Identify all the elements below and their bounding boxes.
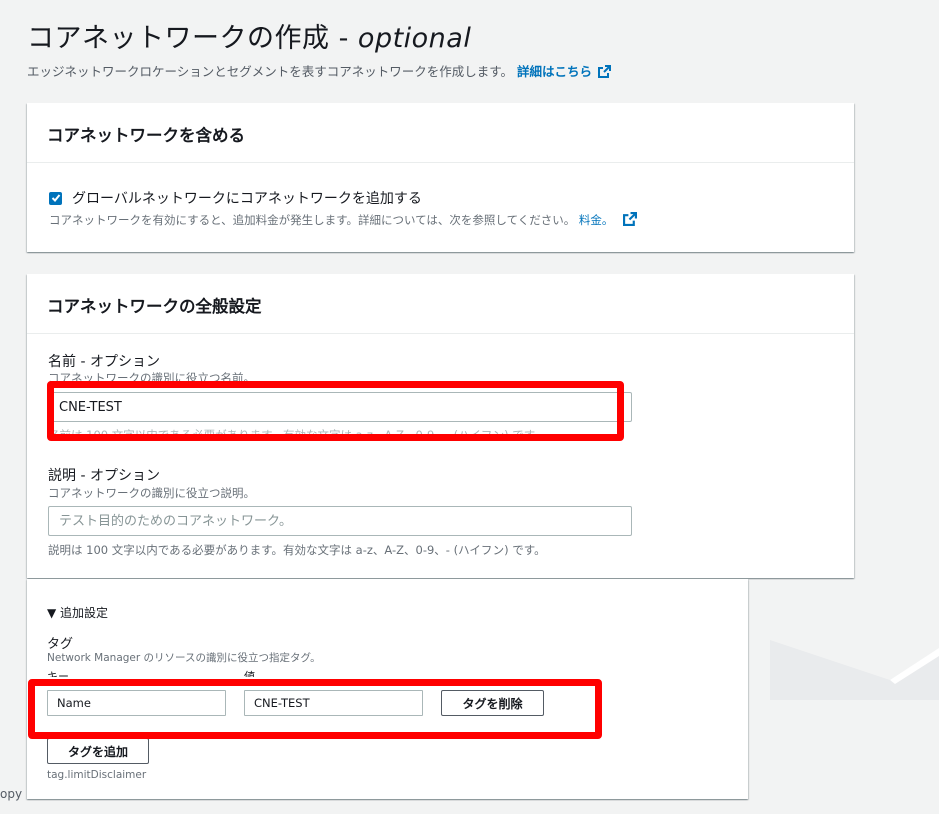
description-constraint: 説明は 100 文字以内である必要があります。有効な文字は a-z、A-Z、0-… [48, 543, 546, 557]
include-core-network-panel: コアネットワークを含める グローバルネットワークにコアネットワークを追加する コ… [27, 103, 854, 252]
add-core-network-checkbox-row[interactable]: グローバルネットワークにコアネットワークを追加する [49, 188, 422, 208]
learn-more-link-label: 詳細はこちら [517, 64, 593, 79]
add-core-network-description: コアネットワークを有効にすると、追加料金が発生します。詳細については、次を参照し… [49, 212, 638, 229]
key-header: キー [47, 670, 69, 677]
page-description: エッジネットワークロケーションとセグメントを表すコアネットワークを作成します。 … [27, 61, 612, 81]
description-label: 説明 - オプション [48, 468, 160, 484]
value-header: 値 [244, 670, 255, 677]
add-core-network-checkbox-label[interactable]: グローバルネットワークにコアネットワークを追加する [72, 188, 422, 208]
pricing-link-label: 料金。 [578, 213, 614, 227]
edge-text: opy [0, 787, 23, 801]
description-description: コアネットワークの識別に役立つ説明。 [48, 486, 255, 500]
pricing-link[interactable]: 料金。 [578, 212, 638, 229]
external-link-icon [623, 212, 638, 229]
add-core-network-checkbox[interactable] [49, 191, 62, 205]
add-tag-button[interactable]: タグを追加 [47, 738, 149, 764]
description-input[interactable] [48, 506, 632, 536]
tags-description: Network Manager のリソースの識別に役立つ指定タグ。 [47, 652, 321, 664]
additional-settings-toggle[interactable]: ▼ 追加設定 [47, 604, 108, 621]
tag-limit-disclaimer: tag.limitDisclaimer [47, 769, 147, 781]
page-title-main: コアネットワークの作成 - [27, 23, 358, 54]
include-core-network-title: コアネットワークを含める [27, 103, 854, 163]
page-description-text: エッジネットワークロケーションとセグメントを表すコアネットワークを作成します。 [27, 64, 514, 79]
external-link-icon [598, 65, 612, 81]
tag-row-highlight [28, 679, 602, 739]
checkmark-icon [51, 194, 60, 202]
name-label: 名前 - オプション [48, 354, 160, 370]
name-input-highlight [47, 381, 624, 441]
general-settings-title: コアネットワークの全般設定 [27, 274, 854, 334]
add-core-network-description-text: コアネットワークを有効にすると、追加料金が発生します。詳細については、次を参照し… [49, 213, 576, 227]
learn-more-link[interactable]: 詳細はこちら [517, 64, 612, 81]
page-title: コアネットワークの作成 - optional [27, 16, 471, 55]
decorative-shape [770, 640, 939, 700]
page-title-optional: optional [357, 23, 472, 54]
